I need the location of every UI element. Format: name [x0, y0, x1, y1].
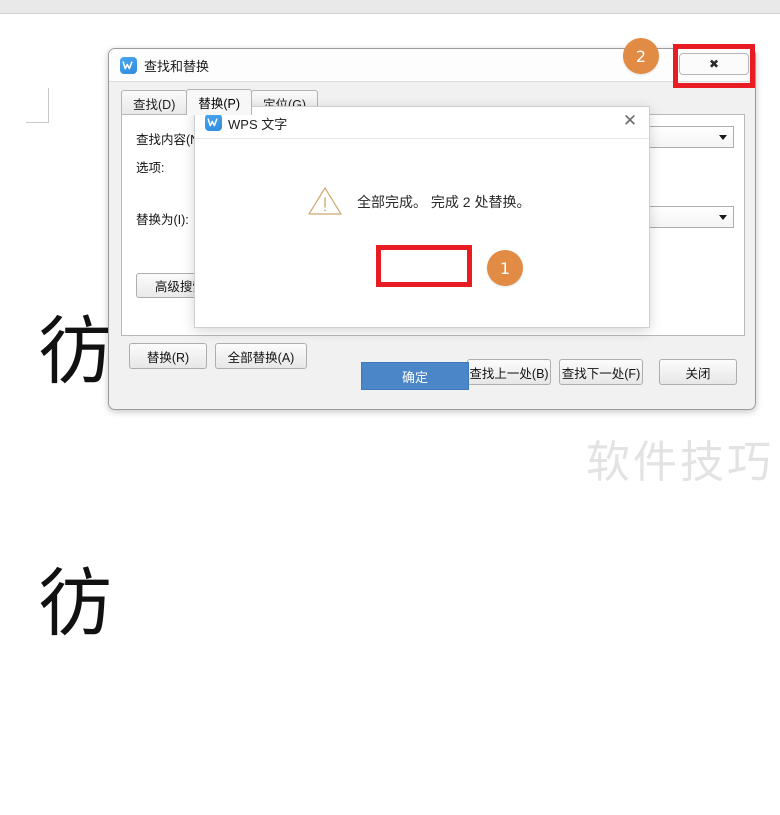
find-next-button[interactable]: 查找下一处(F) — [559, 359, 643, 385]
find-replace-close-button[interactable]: ✖ — [679, 53, 749, 75]
step-badge-2: 2 — [623, 38, 659, 74]
close-x-icon: ✖ — [708, 57, 720, 71]
dialog-title: 查找和替换 — [144, 59, 210, 74]
warning-triangle-icon — [307, 185, 343, 217]
replace-all-button[interactable]: 全部替换(A) — [215, 343, 307, 369]
chevron-down-icon[interactable] — [719, 215, 727, 220]
find-previous-button[interactable]: 查找上一处(B) — [467, 359, 551, 385]
close-dialog-button[interactable]: 关闭 — [659, 359, 737, 385]
options-label: 选项: — [136, 161, 165, 175]
wps-message-dialog: WPS 文字 ✕ 全部完成。 完成 2 处替换。 确定 — [194, 106, 650, 390]
watermark-text: 软件技巧 — [586, 437, 774, 488]
page-margin-mark-top-left — [26, 88, 49, 123]
find-content-label: 查找内容(N — [136, 133, 200, 147]
replace-button[interactable]: 替换(R) — [129, 343, 207, 369]
wps-logo-icon — [205, 114, 222, 131]
message-text: 全部完成。 完成 2 处替换。 — [357, 194, 531, 210]
message-dialog-titlebar: WPS 文字 ✕ — [195, 107, 649, 139]
tab-replace[interactable]: 替换(P) — [186, 89, 253, 115]
window-top-band — [0, 0, 780, 14]
message-dialog-title: WPS 文字 — [228, 117, 288, 132]
step-badge-1: 1 — [487, 250, 523, 286]
replace-with-label: 替换为(I): — [136, 213, 189, 227]
tab-find[interactable]: 查找(D) — [121, 90, 188, 115]
chevron-down-icon[interactable] — [719, 135, 727, 140]
close-icon[interactable]: ✕ — [621, 113, 639, 131]
ok-button[interactable]: 确定 — [361, 362, 469, 390]
document-char: 彷 — [38, 561, 112, 647]
wps-logo-icon — [120, 57, 137, 74]
